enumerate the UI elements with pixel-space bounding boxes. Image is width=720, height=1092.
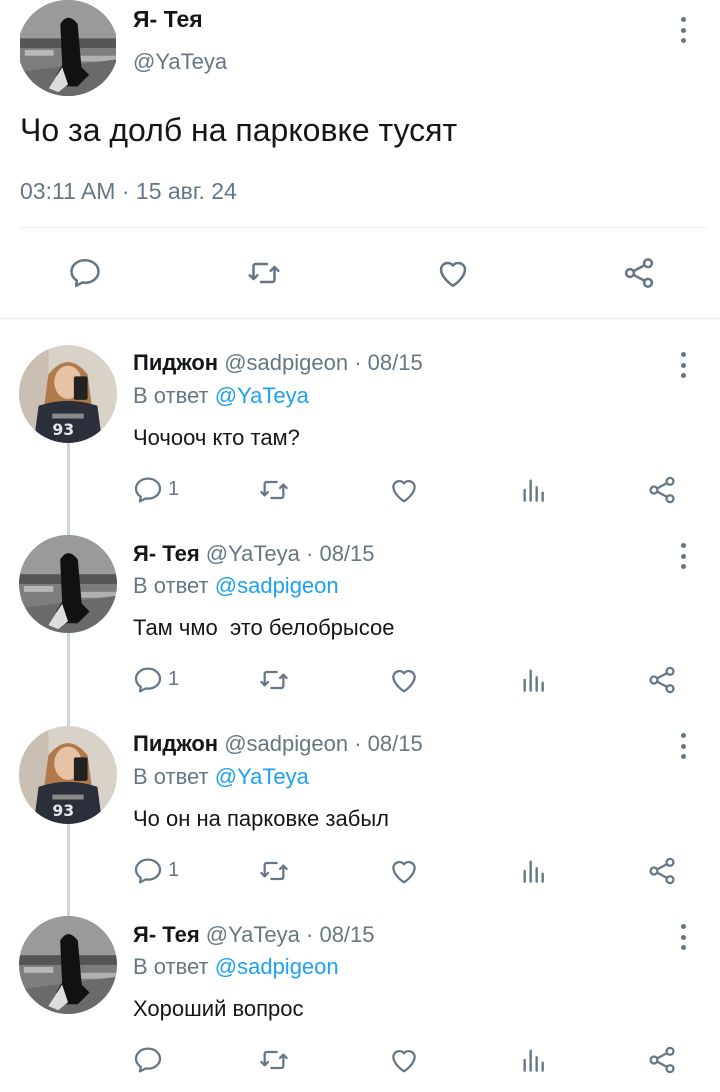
more-options-icon[interactable] bbox=[678, 541, 688, 571]
avatar[interactable] bbox=[18, 0, 118, 96]
stats-icon[interactable] bbox=[518, 855, 550, 887]
thread-line bbox=[67, 632, 70, 726]
like-icon[interactable] bbox=[388, 1044, 420, 1076]
retweet-icon[interactable] bbox=[258, 855, 290, 887]
reply-date: · 08/15 bbox=[306, 922, 375, 947]
reply-label: В ответ bbox=[133, 764, 209, 789]
reply-header: Пиджон @sadpigeon · 08/15 bbox=[133, 350, 423, 376]
author-name[interactable]: Пиджон bbox=[133, 350, 218, 375]
author-handle[interactable]: @YaTeya bbox=[206, 541, 300, 566]
reply-label: В ответ bbox=[133, 573, 209, 598]
mention-link[interactable]: @sadpigeon bbox=[215, 573, 339, 598]
reply-icon[interactable] bbox=[67, 255, 103, 291]
reply-count: 1 bbox=[168, 859, 180, 881]
reply-icon[interactable] bbox=[132, 664, 164, 696]
author-handle[interactable]: @sadpigeon bbox=[224, 350, 348, 375]
author-name[interactable]: Пиджон bbox=[133, 731, 218, 756]
thread-line bbox=[67, 442, 70, 536]
more-options-icon[interactable] bbox=[678, 731, 688, 761]
stats-icon[interactable] bbox=[518, 474, 550, 506]
more-options-icon[interactable] bbox=[678, 15, 688, 45]
reply-header: Пиджон @sadpigeon · 08/15 bbox=[133, 731, 423, 757]
like-icon[interactable] bbox=[388, 474, 420, 506]
avatar[interactable] bbox=[19, 726, 117, 824]
share-icon[interactable] bbox=[646, 474, 678, 506]
mention-link[interactable]: @YaTeya bbox=[215, 764, 309, 789]
reply-context: В ответ @sadpigeon bbox=[133, 573, 339, 599]
reply-date: · 08/15 bbox=[306, 541, 375, 566]
mention-link[interactable]: @sadpigeon bbox=[215, 954, 339, 979]
author-name[interactable]: Я- Тея bbox=[133, 541, 200, 566]
reply-text: Там чмо это белобрысое bbox=[133, 615, 395, 640]
reply-date: · 08/15 bbox=[354, 731, 423, 756]
avatar[interactable] bbox=[19, 345, 117, 443]
reply-icon[interactable] bbox=[132, 474, 164, 506]
retweet-icon[interactable] bbox=[258, 474, 290, 506]
reply-icon[interactable] bbox=[132, 1044, 164, 1076]
tweet-text: Чо за долб на парковке тусят bbox=[20, 112, 458, 148]
author-handle[interactable]: @YaTeya bbox=[133, 49, 227, 75]
share-icon[interactable] bbox=[646, 664, 678, 696]
avatar[interactable] bbox=[19, 916, 117, 1014]
reply-context: В ответ @sadpigeon bbox=[133, 954, 339, 980]
reply-context: В ответ @YaTeya bbox=[133, 764, 309, 790]
reply-count: 1 bbox=[168, 668, 180, 690]
reply-label: В ответ bbox=[133, 954, 209, 979]
stats-icon[interactable] bbox=[518, 1044, 550, 1076]
reply-text: Чо он на парковке забыл bbox=[133, 806, 389, 831]
reply-header: Я- Тея @YaTeya · 08/15 bbox=[133, 541, 375, 567]
like-icon[interactable] bbox=[388, 855, 420, 887]
retweet-icon[interactable] bbox=[246, 255, 282, 291]
thread-line bbox=[67, 823, 70, 917]
reply-context: В ответ @YaTeya bbox=[133, 383, 309, 409]
reply-date: · 08/15 bbox=[354, 350, 423, 375]
avatar[interactable] bbox=[19, 535, 117, 633]
share-icon[interactable] bbox=[621, 255, 657, 291]
more-options-icon[interactable] bbox=[678, 922, 688, 952]
share-icon[interactable] bbox=[646, 1044, 678, 1076]
section-divider bbox=[0, 318, 720, 319]
stats-icon[interactable] bbox=[518, 664, 550, 696]
reply-text: Чочооч кто там? bbox=[133, 425, 300, 450]
retweet-icon[interactable] bbox=[258, 664, 290, 696]
reply-header: Я- Тея @YaTeya · 08/15 bbox=[133, 922, 375, 948]
tweet-timestamp: 03:11 AM · 15 авг. 24 bbox=[20, 178, 237, 204]
reply-icon[interactable] bbox=[132, 855, 164, 887]
author-name[interactable]: Я- Тея bbox=[133, 922, 200, 947]
tweet-stats-divider bbox=[20, 227, 706, 228]
reply-text: Хороший вопрос bbox=[133, 996, 304, 1021]
more-options-icon[interactable] bbox=[678, 350, 688, 380]
like-icon[interactable] bbox=[435, 255, 471, 291]
retweet-icon[interactable] bbox=[258, 1044, 290, 1076]
like-icon[interactable] bbox=[388, 664, 420, 696]
mention-link[interactable]: @YaTeya bbox=[215, 383, 309, 408]
author-name[interactable]: Я- Тея bbox=[133, 6, 203, 33]
reply-label: В ответ bbox=[133, 383, 209, 408]
reply-count: 1 bbox=[168, 478, 180, 500]
author-handle[interactable]: @sadpigeon bbox=[224, 731, 348, 756]
share-icon[interactable] bbox=[646, 855, 678, 887]
author-handle[interactable]: @YaTeya bbox=[206, 922, 300, 947]
